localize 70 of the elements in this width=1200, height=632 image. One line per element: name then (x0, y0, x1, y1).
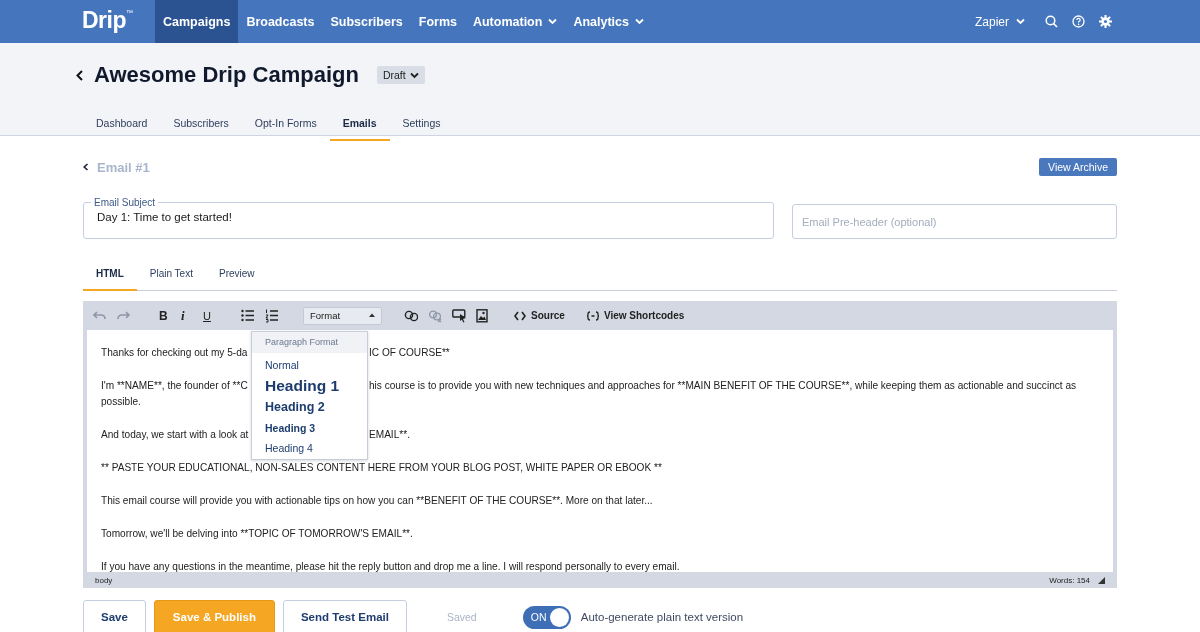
caret-icon (409, 71, 419, 79)
italic-button[interactable]: i (181, 307, 193, 324)
body-text: Tomorrow, we'll be delving into **TOPIC OF TOMORROW'S EMAIL**. (101, 528, 413, 539)
body-text: his course is to provide you with new techniques and approaches for **MAIN BENEFIT OF THE COURSE**, while keeping them as actionable and succinct as (369, 379, 1078, 393)
toggle-switch[interactable]: ON (522, 605, 571, 629)
campaign-title: Awesome Drip Campaign (94, 62, 359, 88)
campaign-tab[interactable]: Dashboard (83, 109, 161, 141)
nav-tab[interactable]: Analytics (565, 0, 652, 43)
menu-heading: Paragraph Format (252, 332, 367, 353)
numbered-list-icon[interactable] (265, 308, 279, 323)
menu-item[interactable]: Heading 2 (252, 396, 367, 418)
editor-tab[interactable]: HTML (83, 259, 137, 291)
campaign-tab[interactable]: Subscribers (160, 109, 242, 141)
campaign-tab[interactable]: Settings (389, 109, 454, 141)
word-count: Words: 154 (1049, 575, 1090, 585)
nav-tab[interactable]: Broadcasts (238, 0, 323, 43)
preheader-field[interactable]: Email Pre-header (optional) (792, 204, 1117, 239)
save-status: Saved (446, 611, 477, 623)
toggle-label: Auto-generate plain text version (580, 611, 744, 623)
settings-icon[interactable] (1099, 15, 1112, 28)
body-text: And today, we start with a look at (101, 428, 250, 442)
caret-icon (369, 313, 375, 318)
menu-item[interactable]: Heading 4 (252, 439, 367, 459)
caret-icon (635, 18, 644, 25)
shortcodes-button[interactable]: View Shortcodes (586, 310, 685, 321)
body-text: ** PASTE YOUR EDUCATIONAL, NON-SALES CONTENT HERE FROM YOUR BLOG POST, WHITE PAPER OR EBOOK ** (101, 462, 662, 473)
campaign-tab[interactable]: Opt-In Forms (241, 109, 330, 141)
bulleted-list-icon[interactable] (241, 308, 255, 323)
logo-wordmark[interactable]: Drip (82, 7, 126, 34)
editor-tab[interactable]: Plain Text (136, 259, 206, 291)
menu-item[interactable]: Heading 3 (252, 418, 367, 439)
link-icon[interactable] (404, 308, 418, 323)
body-text: EMAIL**. (369, 428, 411, 442)
help-icon[interactable] (1072, 15, 1085, 28)
menu-item[interactable]: Heading 1 (252, 375, 367, 396)
underline-button[interactable]: U (203, 309, 215, 322)
body-text: IC OF COURSE** (369, 346, 451, 360)
menu-item[interactable]: Normal (252, 353, 367, 375)
caret-icon (548, 18, 558, 25)
subject-field[interactable]: Email Subject Day 1: Time to get started! (83, 197, 774, 239)
back-chevron-icon[interactable] (76, 69, 84, 81)
body-text: If you have any questions in the meantime, please hit the reply button and drop me a line. I will respond personally to every email. (101, 561, 680, 572)
format-dropdown[interactable]: Format (303, 306, 382, 325)
curly-braces-icon (586, 310, 599, 321)
body-text: Thanks for checking out my 5-da (101, 346, 249, 360)
body-text: possible. (101, 396, 141, 407)
action-button[interactable]: Send Test Email (282, 600, 407, 632)
resize-handle-icon[interactable] (1098, 576, 1105, 584)
back-chevron-icon[interactable] (83, 163, 89, 171)
action-button[interactable]: Save (83, 600, 146, 632)
nav-tab[interactable]: Automation (464, 0, 566, 43)
editor-tab[interactable]: Preview (205, 259, 268, 291)
campaign-tab[interactable]: Emails (329, 109, 390, 141)
view-archive-button[interactable]: View Archive (1039, 158, 1117, 176)
email-title: Email #1 (97, 159, 150, 175)
body-text: I'm **NAME**, the founder of **C (101, 379, 249, 393)
pointer-box-icon[interactable] (452, 308, 466, 323)
nav-tab[interactable]: Subscribers (322, 0, 411, 43)
nav-tab[interactable]: Forms (410, 0, 465, 43)
status-dropdown[interactable]: Draft (376, 66, 425, 84)
image-icon[interactable] (476, 308, 490, 323)
search-icon[interactable] (1045, 15, 1058, 28)
source-button[interactable]: Source (514, 310, 565, 321)
bold-button[interactable]: B (159, 308, 171, 323)
nav-tab[interactable]: Campaigns (155, 0, 239, 43)
account-menu[interactable]: Zapier (975, 14, 1025, 29)
caret-icon (1016, 18, 1025, 25)
element-path: body (95, 575, 113, 585)
code-brackets-icon (514, 310, 526, 321)
body-text: This email course will provide you with actionable tips on how you can **BENEFIT OF THE COURSE**. More on that later... (101, 495, 653, 506)
